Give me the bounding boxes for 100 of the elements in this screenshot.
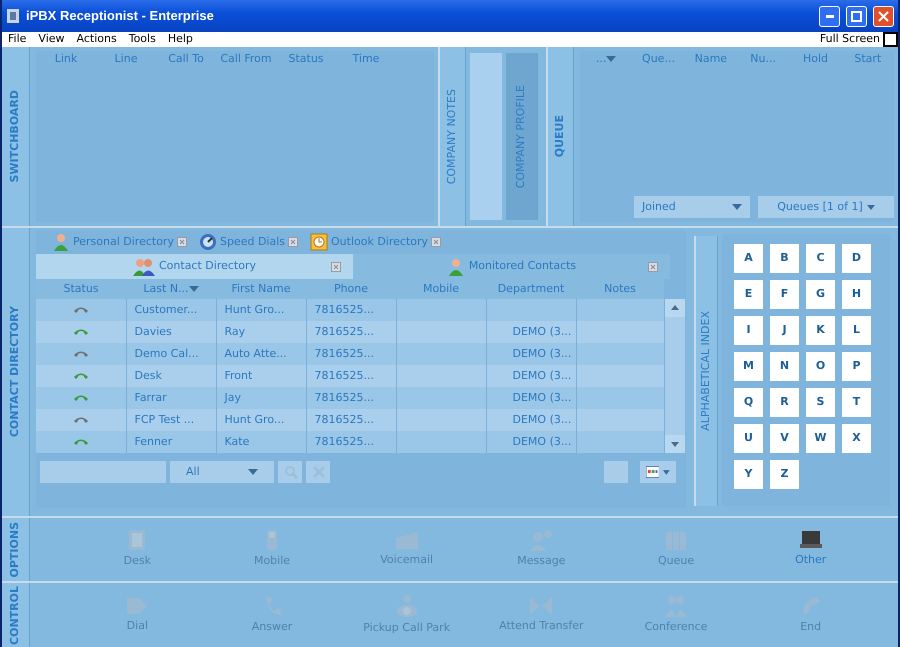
column-header[interactable]: Status [276,51,336,69]
table-cell: 7816525... [314,434,374,448]
scrollbar[interactable] [664,299,684,453]
queues-dropdown[interactable]: Queues [1 of 1] [758,196,894,218]
column-header[interactable]: Line [96,51,156,69]
column-header[interactable]: Mobile [396,279,486,299]
table-cell: FCP Test ... [134,412,194,426]
minimize-icon [826,14,834,18]
menu-item[interactable]: Help [162,31,199,48]
letter-button[interactable]: H [842,280,871,309]
window-title: iPBX Receptionist - Enterprise [26,7,214,26]
button-label: Queue [658,553,694,570]
letter-button[interactable]: J [770,316,799,345]
directory-tab[interactable]: Outlook Directory [304,233,448,251]
column-header[interactable]: Call From [216,51,276,69]
close-icon [176,237,187,247]
letter-button[interactable]: U [734,424,763,453]
button-label: Attend Transfer [499,618,584,634]
letter-button[interactable]: M [734,352,763,381]
scroll-up-icon [664,299,684,317]
column-header[interactable]: Link [36,51,96,69]
table-cell: Auto Atte... [224,346,287,360]
letter-button[interactable]: F [770,280,799,309]
letter-button[interactable]: O [806,352,835,381]
group-icon [133,258,155,276]
directory-tab[interactable]: Monitored Contacts [353,254,670,279]
letter-button[interactable]: Q [734,388,763,417]
column-header[interactable]: Call To [156,51,216,69]
letter-button[interactable]: L [842,316,871,345]
button-label: Pickup Call Park [363,620,450,636]
scroll-down-icon [664,435,684,453]
letter-button[interactable]: G [806,280,835,309]
dropdown-icon [732,204,742,210]
column-header[interactable]: Hold [789,51,842,69]
table-cell: Hunt Gro... [224,302,284,316]
letter-button[interactable]: V [770,424,799,453]
dropdown-icon [866,204,875,210]
directory-tab[interactable]: Speed Dials [192,233,304,251]
menu-item[interactable]: Actions [70,31,123,48]
menu-item[interactable]: Tools [122,31,162,48]
letter-button[interactable]: W [806,424,835,453]
letter-button[interactable]: Z [770,460,799,489]
letter-button[interactable]: A [734,244,763,273]
column-header[interactable]: Status [36,279,126,299]
directory-tab[interactable]: Personal Directory [46,233,193,251]
letter-button[interactable]: S [806,388,835,417]
close-button[interactable] [873,6,894,26]
table-cell: Davies [134,324,172,338]
table-cell: DEMO (3... [512,390,572,404]
letter-button[interactable]: P [842,352,871,381]
column-header[interactable]: Time [336,51,396,69]
option-button[interactable]: Other [743,526,878,573]
close-icon [878,10,889,22]
letter-button[interactable]: T [842,388,871,417]
letter-button[interactable]: D [842,244,871,273]
letter-button[interactable]: X [842,424,871,453]
column-header[interactable]: Notes [576,279,664,299]
filter-dropdown[interactable]: Joined [634,196,750,218]
letter-button[interactable]: I [734,316,763,345]
tab-label: Speed Dials [220,234,286,250]
directory-tab[interactable]: Contact Directory [36,254,353,279]
dropdown-value: Joined [642,198,676,215]
menu-item[interactable]: View [32,31,71,48]
column-header[interactable]: Start [842,51,894,69]
table-cell: 7816525... [314,346,374,360]
column-header[interactable]: Que... [632,51,685,69]
menu-item[interactable]: File [2,31,32,48]
column-header[interactable]: Name [684,51,737,69]
table-cell: Desk [134,368,162,382]
letter-button[interactable]: R [770,388,799,417]
table-cell: DEMO (3... [512,434,572,448]
person-icon [529,529,554,552]
maximize-button[interactable] [846,6,867,26]
letter-button[interactable]: B [770,244,799,273]
minimize-button[interactable] [819,6,840,26]
letter-button[interactable]: K [806,316,835,345]
search-field[interactable] [40,461,166,483]
view-button[interactable] [640,461,676,483]
letter-button[interactable]: E [734,280,763,309]
full-screen-checkbox[interactable] [883,32,898,47]
table-cell: DEMO (3... [512,324,572,338]
queue-label: QUEUE [552,115,568,158]
table-cell: Customer... [134,302,198,316]
dropdown-value: All [186,464,200,480]
filter-dropdown[interactable]: All [170,461,274,483]
button-label: Answer [252,618,292,635]
table-cell: 7816525... [314,390,374,404]
column-header[interactable]: Phone [306,279,396,299]
column-header[interactable]: First Name [216,279,306,299]
speed-dial-icon [198,233,217,251]
letter-button[interactable]: C [806,244,835,273]
table-cell: Demo Cal... [134,346,199,360]
column-header[interactable]: Nu... [736,51,790,69]
letter-button[interactable]: N [770,352,799,381]
button-label: Other [795,552,826,568]
column-header-text: ... [596,52,606,65]
dropdown-value: Queues [1 of 1] [777,198,863,215]
letter-button[interactable]: Y [734,460,763,489]
tab-label: Outlook Directory [331,234,428,250]
column-header[interactable]: Department [486,279,576,299]
